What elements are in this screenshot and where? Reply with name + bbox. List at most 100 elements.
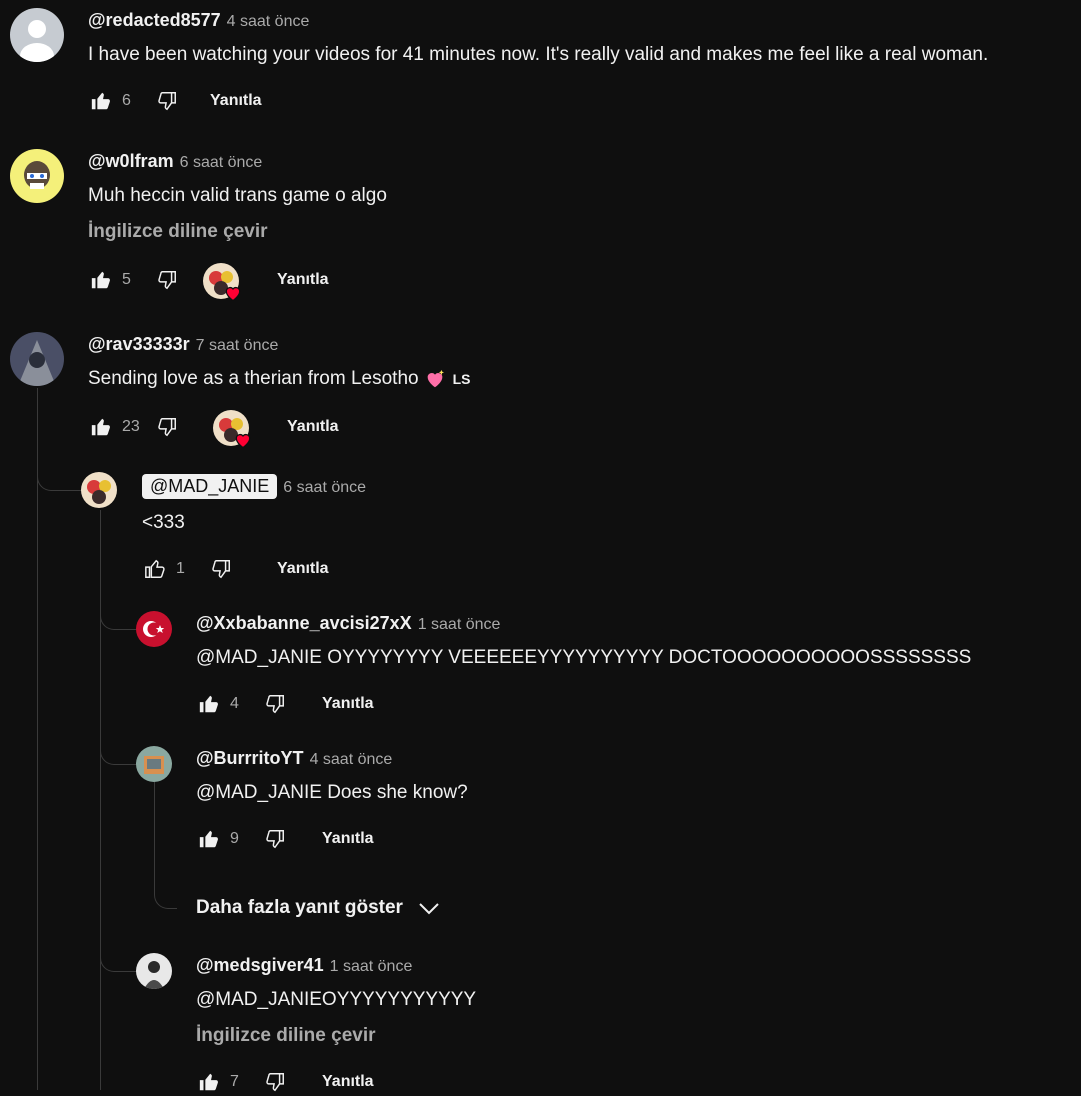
thread-curve	[100, 935, 137, 972]
avatar[interactable]	[136, 611, 172, 647]
thread-curve	[100, 730, 137, 765]
comment-actions: 4 Yanıtla	[196, 690, 374, 718]
avatar[interactable]	[10, 8, 64, 62]
comment-author[interactable]: @medsgiver41	[196, 955, 324, 976]
thumb-down-icon	[158, 92, 176, 111]
thumb-down-icon	[266, 695, 284, 714]
comment-text: <333	[142, 512, 185, 533]
dislike-button[interactable]	[154, 414, 180, 440]
comment-actions: 1	[142, 555, 234, 583]
thread-curve	[154, 870, 177, 909]
thread-line	[37, 388, 38, 1090]
like-count: 4	[230, 695, 239, 712]
comment-header: @rav33333r 7 saat önce	[88, 334, 278, 355]
comment-time[interactable]: 4 saat önce	[310, 751, 393, 769]
comment-text: Sending love as a therian from Lesotho L…	[88, 368, 471, 390]
show-more-replies-label: Daha fazla yanıt göster	[196, 897, 403, 918]
comment-text: @MAD_JANIE OYYYYYYYY VEEEEEEYYYYYYYYYY D…	[196, 647, 972, 668]
comment-text: Muh heccin valid trans game o algo	[88, 185, 387, 206]
thumb-up-icon	[91, 418, 110, 436]
comment-author[interactable]: @w0lfram	[88, 151, 174, 172]
like-count: 7	[230, 1073, 239, 1090]
comment-time[interactable]: 6 saat önce	[180, 154, 263, 172]
comment-actions: 6 Yanıtla	[88, 87, 262, 115]
creator-handle-chip[interactable]: @MAD_JANIE	[142, 474, 278, 499]
comment-time[interactable]: 7 saat önce	[196, 337, 279, 355]
like-button[interactable]	[196, 826, 222, 852]
avatar[interactable]	[136, 953, 172, 989]
sparkling-heart-icon	[427, 369, 444, 388]
dislike-button[interactable]	[154, 267, 180, 293]
like-count: 1	[176, 560, 185, 577]
reply-button[interactable]: Yanıtla	[210, 92, 262, 110]
avatar[interactable]	[10, 332, 64, 386]
like-count: 9	[230, 830, 239, 847]
dislike-button[interactable]	[262, 691, 288, 717]
dislike-button[interactable]	[154, 88, 180, 114]
comment-header: @redacted8577 4 saat önce	[88, 10, 309, 31]
comment-actions: 23	[88, 413, 180, 441]
comment-time[interactable]: 1 saat önce	[418, 616, 501, 634]
comment-text: I have been watching your videos for 41 …	[88, 44, 989, 65]
comment-author[interactable]: @BurrritoYT	[196, 748, 304, 769]
avatar[interactable]	[10, 149, 64, 203]
chevron-down-icon	[419, 903, 439, 915]
like-count: 23	[122, 418, 140, 435]
thumb-up-icon	[91, 271, 110, 289]
like-button[interactable]	[88, 414, 114, 440]
thread-curve	[37, 450, 82, 491]
comment-text: @MAD_JANIE Does she know?	[196, 782, 468, 803]
comment-header: @medsgiver41 1 saat önce	[196, 955, 412, 976]
comment-author[interactable]: @Xxbabanne_avcisi27xX	[196, 613, 412, 634]
show-more-replies-button[interactable]: Daha fazla yanıt göster	[196, 896, 441, 920]
like-count: 5	[122, 271, 131, 288]
comment-header: @w0lfram 6 saat önce	[88, 151, 262, 172]
thumb-up-icon	[199, 695, 218, 713]
comment-time[interactable]: 6 saat önce	[283, 479, 366, 497]
thumb-down-icon	[158, 418, 176, 437]
thumb-up-icon	[91, 92, 110, 110]
comment-time[interactable]: 1 saat önce	[330, 958, 413, 976]
like-count: 6	[122, 92, 131, 109]
comment-author[interactable]: @rav33333r	[88, 334, 190, 355]
like-button[interactable]	[196, 691, 222, 717]
dislike-button[interactable]	[208, 556, 234, 582]
comment-time[interactable]: 4 saat önce	[227, 13, 310, 31]
comment-text: @MAD_JANIEOYYYYYYYYYYY	[196, 989, 477, 1010]
comment-actions: 9 Yanıtla	[196, 825, 374, 853]
flag-code: LS	[452, 371, 471, 387]
reply-button[interactable]: Yanıtla	[277, 560, 329, 578]
avatar[interactable]	[81, 472, 117, 508]
thumb-down-icon	[158, 271, 176, 290]
heart-icon	[225, 286, 241, 302]
reply-button[interactable]: Yanıtla	[322, 830, 374, 848]
dislike-button[interactable]	[262, 1069, 288, 1095]
creator-heart-badge	[203, 263, 241, 302]
dislike-button[interactable]	[262, 826, 288, 852]
reply-button[interactable]: Yanıtla	[322, 695, 374, 713]
comment-header: @Xxbabanne_avcisi27xX 1 saat önce	[196, 613, 500, 634]
reply-button[interactable]: Yanıtla	[287, 418, 339, 436]
like-button[interactable]	[142, 556, 168, 582]
thumb-down-icon	[212, 560, 230, 579]
comment-header: @BurrritoYT 4 saat önce	[196, 748, 392, 769]
comment-actions: 5	[88, 266, 180, 294]
like-button[interactable]	[196, 1069, 222, 1095]
thumb-up-icon	[199, 830, 218, 848]
creator-heart-badge	[213, 410, 251, 449]
heart-icon	[235, 433, 251, 449]
comment-actions: 7 Yanıtla	[196, 1068, 374, 1096]
comment-text-body: Sending love as a therian from Lesotho	[88, 368, 419, 389]
like-button[interactable]	[88, 267, 114, 293]
reply-button[interactable]: Yanıtla	[322, 1073, 374, 1091]
comment-author[interactable]: @redacted8577	[88, 10, 221, 31]
translate-link[interactable]: İngilizce diline çevir	[88, 221, 268, 243]
avatar[interactable]	[136, 746, 172, 782]
translate-link[interactable]: İngilizce diline çevir	[196, 1025, 376, 1047]
like-button[interactable]	[88, 88, 114, 114]
thread-line	[154, 782, 155, 878]
thumb-down-icon	[266, 830, 284, 849]
reply-button[interactable]: Yanıtla	[277, 271, 329, 289]
comment-header: @MAD_JANIE 6 saat önce	[142, 474, 366, 499]
thumb-up-icon	[145, 559, 165, 578]
